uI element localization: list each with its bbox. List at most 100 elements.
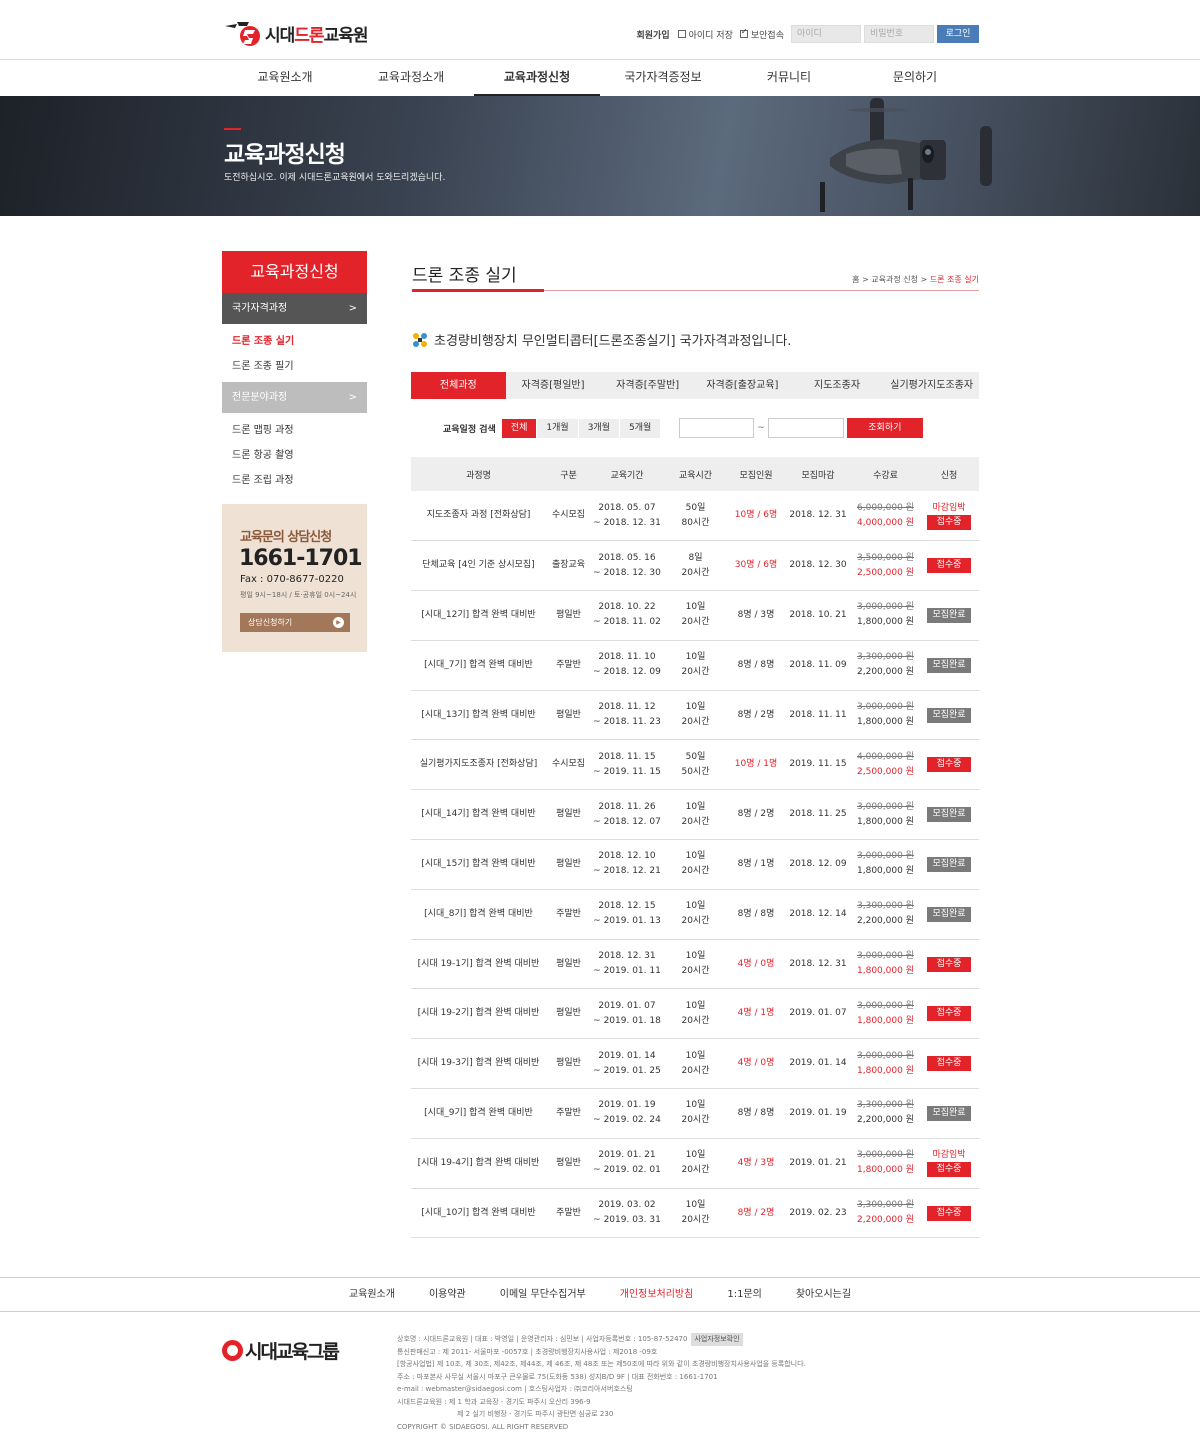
sidebar-item-written[interactable]: 드론 조종 필기 xyxy=(232,357,294,372)
tab-onsite[interactable]: 자격증[출장교육] xyxy=(695,372,790,399)
sidebar-cat-national[interactable]: 국가자격과정 > xyxy=(222,293,367,324)
course-deadline: 2018. 11. 11 xyxy=(784,690,852,741)
course-deadline: 2018. 12. 31 xyxy=(784,491,852,542)
course-apply: 접수중 xyxy=(919,739,979,791)
course-apply: 접수중 xyxy=(919,1188,979,1239)
apply-button[interactable]: 접수중 xyxy=(927,757,971,773)
course-name[interactable]: [시대 19-4기] 합격 완벽 대비반 xyxy=(411,1138,546,1189)
top-header: 시대드론교육원 회원가입 아이디 저장 보안접속 아이디 비밀번호 로그인 xyxy=(0,0,1200,60)
sidebar-item-aerial[interactable]: 드론 항공 촬영 xyxy=(232,446,294,461)
course-deadline: 2018. 11. 25 xyxy=(784,789,852,841)
search-button[interactable]: 조회하기 xyxy=(846,418,923,438)
sidebar-item-assembly[interactable]: 드론 조립 과정 xyxy=(232,471,294,486)
sidebar-cat-special[interactable]: 전문분야과정 > xyxy=(222,382,367,413)
course-type: 평일반 xyxy=(546,690,591,741)
footer-link-terms[interactable]: 이용약관 xyxy=(429,1278,466,1311)
nav-item-about[interactable]: 교육원소개 xyxy=(222,61,348,96)
course-name[interactable]: 단체교육 [4인 기준 상시모집] xyxy=(411,540,546,592)
secure-login-label: 보안접속 xyxy=(750,30,784,41)
apply-button[interactable]: 접수중 xyxy=(927,558,971,574)
tab-weekend[interactable]: 자격증[주말반] xyxy=(600,372,695,399)
course-name[interactable]: [시대_8기] 합격 완벽 대비반 xyxy=(411,889,546,940)
apply-button[interactable]: 접수중 xyxy=(927,1056,971,1072)
course-name[interactable]: [시대_9기] 합격 완벽 대비반 xyxy=(411,1088,546,1139)
course-name[interactable]: [시대_12기] 합격 완벽 대비반 xyxy=(411,590,546,641)
course-fee: 3,300,000 원 2,200,000 원 xyxy=(852,889,919,940)
site-logo[interactable]: 시대드론교육원 xyxy=(223,18,368,48)
course-fee: 6,000,000 원 4,000,000 원 xyxy=(852,491,919,542)
nav-item-community[interactable]: 커뮤니티 xyxy=(726,61,852,96)
course-hours: 8일 20시간 xyxy=(663,540,728,592)
tab-instructor[interactable]: 지도조종자 xyxy=(790,372,885,399)
login-button[interactable]: 로그인 xyxy=(937,25,979,43)
col-hours: 교육시간 xyxy=(663,457,728,491)
password-input[interactable]: 비밀번호 xyxy=(864,25,934,43)
apply-button[interactable]: 접수중 xyxy=(927,1205,971,1221)
course-apply: 접수중 xyxy=(919,540,979,592)
course-period: 2018. 05. 07 ~ 2018. 12. 31 xyxy=(591,491,663,542)
end-date-input[interactable] xyxy=(767,418,844,438)
biz-info-button[interactable]: 사업자정보확인 xyxy=(691,1333,743,1346)
save-id-label: 아이디 저장 xyxy=(688,30,733,41)
course-fee: 3,000,000 원 1,800,000 원 xyxy=(852,988,919,1040)
apply-button[interactable]: 접수중 xyxy=(927,514,971,530)
course-type: 주말반 xyxy=(546,889,591,940)
course-type: 수시모집 xyxy=(546,491,591,542)
apply-button[interactable]: 접수중 xyxy=(927,956,971,972)
period-1m-button[interactable]: 1개월 xyxy=(537,418,578,438)
course-name[interactable]: 실기평가지도조종자 [전화상담] xyxy=(411,739,546,791)
course-period: 2019. 01. 19 ~ 2019. 02. 24 xyxy=(591,1088,663,1139)
col-apply: 신청 xyxy=(919,457,979,491)
breadcrumb-home[interactable]: 홈 xyxy=(852,275,859,284)
course-name[interactable]: [시대_14기] 합격 완벽 대비반 xyxy=(411,789,546,841)
secure-login-checkbox[interactable]: 보안접속 xyxy=(739,27,784,41)
tab-eval-instructor[interactable]: 실기평가지도조종자 xyxy=(884,372,979,399)
tab-weekday[interactable]: 자격증[평일반] xyxy=(506,372,601,399)
course-name[interactable]: [시대_13기] 합격 완벽 대비반 xyxy=(411,690,546,741)
id-input[interactable]: 아이디 xyxy=(791,25,861,43)
course-name[interactable]: [시대_10기] 합격 완벽 대비반 xyxy=(411,1188,546,1239)
course-name[interactable]: [시대 19-3기] 합격 완벽 대비반 xyxy=(411,1038,546,1090)
table-row: 지도조종자 과정 [전화상담] 수시모집 2018. 05. 07 ~ 2018. 1… xyxy=(411,491,979,542)
nav-item-license-info[interactable]: 국가자격증정보 xyxy=(600,61,726,96)
course-people: 8명 / 2명 xyxy=(728,690,784,741)
nav-item-courses[interactable]: 교육과정소개 xyxy=(348,61,474,96)
table-row: [시대_14기] 합격 완벽 대비반 평일반 2018. 11. 26 ~ 2018.… xyxy=(411,789,979,841)
nav-item-apply[interactable]: 교육과정신청 xyxy=(474,61,600,96)
breadcrumb-mid[interactable]: 교육과정 신청 xyxy=(871,275,918,284)
sidebar-cat-label: 국가자격과정 xyxy=(232,303,288,314)
period-all-button[interactable]: 전체 xyxy=(501,418,537,438)
footer-link-email-policy[interactable]: 이메일 무단수집거부 xyxy=(500,1278,586,1311)
table-row: [시대 19-4기] 합격 완벽 대비반 평일반 2019. 01. 21 ~ 201… xyxy=(411,1138,979,1189)
sidebar-title: 교육과정신청 xyxy=(222,251,367,293)
footer-link-inquiry[interactable]: 1:1문의 xyxy=(727,1278,762,1311)
course-apply: 마감임박 접수중 xyxy=(919,491,979,542)
course-name[interactable]: [시대_7기] 합격 완벽 대비반 xyxy=(411,640,546,691)
save-id-checkbox[interactable]: 아이디 저장 xyxy=(677,28,733,41)
course-hours: 50일 50시간 xyxy=(663,739,728,791)
course-name[interactable]: [시대 19-1기] 합격 완벽 대비반 xyxy=(411,939,546,990)
tab-all[interactable]: 전체과정 xyxy=(411,372,506,399)
course-fee: 3,000,000 원 1,800,000 원 xyxy=(852,690,919,741)
schedule-search: 교육일정 검색 전체 1개월 3개월 5개월 ~ 조회하기 xyxy=(443,418,923,438)
apply-button[interactable]: 접수중 xyxy=(927,1162,971,1178)
footer-link-directions[interactable]: 찾아오시는길 xyxy=(796,1278,851,1311)
course-deadline: 2019. 01. 19 xyxy=(784,1088,852,1139)
course-name[interactable]: 지도조종자 과정 [전화상담] xyxy=(411,491,546,542)
start-date-input[interactable] xyxy=(679,418,755,438)
course-hours: 10일 20시간 xyxy=(663,789,728,841)
consult-request-button[interactable]: 상담신청하기 ▶ xyxy=(240,613,350,632)
footer-link-about[interactable]: 교육원소개 xyxy=(349,1278,395,1311)
course-name[interactable]: [시대_15기] 합격 완벽 대비반 xyxy=(411,839,546,890)
nav-item-contact[interactable]: 문의하기 xyxy=(852,61,978,96)
breadcrumb: 홈 > 교육과정 신청 > 드론 조종 실기 xyxy=(852,275,979,284)
sidebar-item-mapping[interactable]: 드론 맵핑 과정 xyxy=(232,421,294,436)
join-link[interactable]: 회원가입 xyxy=(636,28,669,41)
footer-link-privacy[interactable]: 개인정보처리방침 xyxy=(620,1278,694,1311)
period-3m-button[interactable]: 3개월 xyxy=(578,418,619,438)
sidebar-item-practical[interactable]: 드론 조종 실기 xyxy=(232,332,294,347)
course-hours: 10일 20시간 xyxy=(663,1038,728,1090)
period-5m-button[interactable]: 5개월 xyxy=(619,418,661,438)
course-name[interactable]: [시대 19-2기] 합격 완벽 대비반 xyxy=(411,988,546,1040)
apply-button[interactable]: 접수중 xyxy=(927,1006,971,1022)
